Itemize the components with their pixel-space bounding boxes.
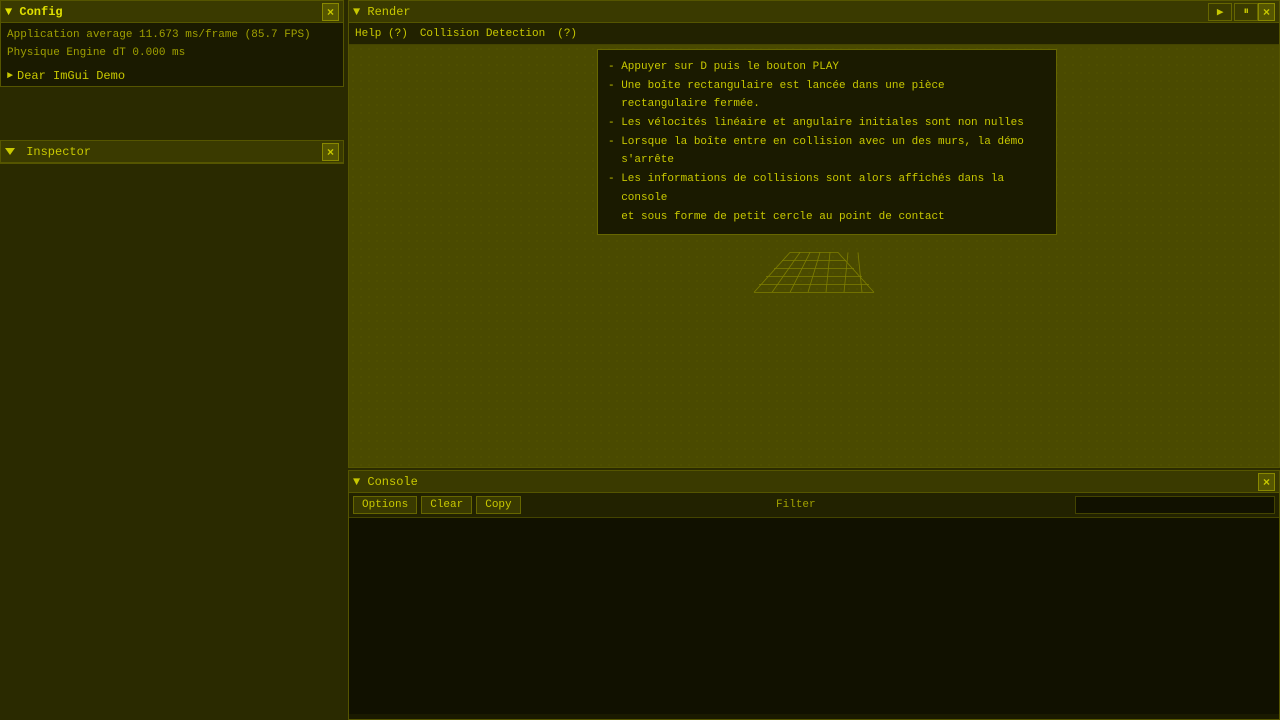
config-panel: ▼ Config × Application average 11.673 ms… [0, 0, 344, 87]
inspector-title-bar: Inspector × [1, 141, 343, 163]
info-line-5: - Lorsque la boîte entre en collision av… [608, 133, 1046, 152]
info-line-1: - Appuyer sur D puis le bouton PLAY [608, 58, 1046, 77]
info-overlay: - Appuyer sur D puis le bouton PLAY - Un… [597, 49, 1057, 235]
inspector-arrow-icon [5, 148, 15, 155]
filter-label: Filter [776, 499, 816, 511]
console-close-button[interactable]: × [1258, 473, 1275, 491]
filter-input[interactable] [1075, 496, 1275, 514]
console-title-bar: ▼ Console × [349, 471, 1279, 493]
dear-label: Dear ImGui Demo [17, 69, 125, 83]
stat-fps: Application average 11.673 ms/frame (85.… [7, 27, 337, 45]
config-stats: Application average 11.673 ms/frame (85.… [1, 23, 343, 66]
info-line-2: - Une boîte rectangulaire est lancée dan… [608, 77, 1046, 96]
pause-button[interactable]: ⏸ [1234, 3, 1258, 21]
info-line-6: s'arrête [608, 151, 1046, 170]
play-button[interactable]: ▶ [1208, 3, 1233, 21]
options-button[interactable]: Options [353, 496, 417, 514]
inspector-title: Inspector [5, 145, 91, 159]
console-output [349, 518, 1279, 714]
render-panel: ▼ Render ▶ ⏸ × Help (?) Collision Detect… [348, 0, 1280, 468]
render-menu-bar: Help (?) Collision Detection (?) [349, 23, 1279, 45]
render-close-button[interactable]: × [1258, 3, 1275, 21]
info-line-3: rectangulaire fermée. [608, 95, 1046, 114]
config-title: ▼ Config [5, 5, 63, 19]
clear-button[interactable]: Clear [421, 496, 472, 514]
info-line-4: - Les vélocités linéaire et angulaire in… [608, 114, 1046, 133]
inspector-close-button[interactable]: × [322, 143, 339, 161]
console-panel: ▼ Console × Options Clear Copy Filter [348, 470, 1280, 720]
console-title: ▼ Console [353, 475, 418, 489]
stat-physics: Physique Engine dT 0.000 ms [7, 45, 337, 63]
config-title-bar: ▼ Config × [1, 1, 343, 23]
info-line-9: et sous forme de petit cercle au point d… [608, 208, 1046, 227]
copy-button[interactable]: Copy [476, 496, 520, 514]
cursor-indicator: (?) [557, 28, 577, 40]
sidebar-item-dear-imgui[interactable]: ► Dear ImGui Demo [1, 66, 343, 86]
info-line-7: - Les informations de collisions sont al… [608, 170, 1046, 189]
render-title-bar: ▼ Render ▶ ⏸ × [349, 1, 1279, 23]
console-toolbar: Options Clear Copy Filter [349, 493, 1279, 518]
collision-menu-item[interactable]: Collision Detection [420, 28, 545, 40]
dear-arrow-icon: ► [7, 71, 13, 82]
info-line-8: console [608, 189, 1046, 208]
render-controls: ▶ ⏸ [1208, 3, 1258, 21]
render-title: ▼ Render [353, 5, 411, 19]
config-close-button[interactable]: × [322, 3, 339, 21]
help-menu-item[interactable]: Help (?) [355, 28, 408, 40]
inspector-panel: Inspector × [0, 140, 344, 164]
